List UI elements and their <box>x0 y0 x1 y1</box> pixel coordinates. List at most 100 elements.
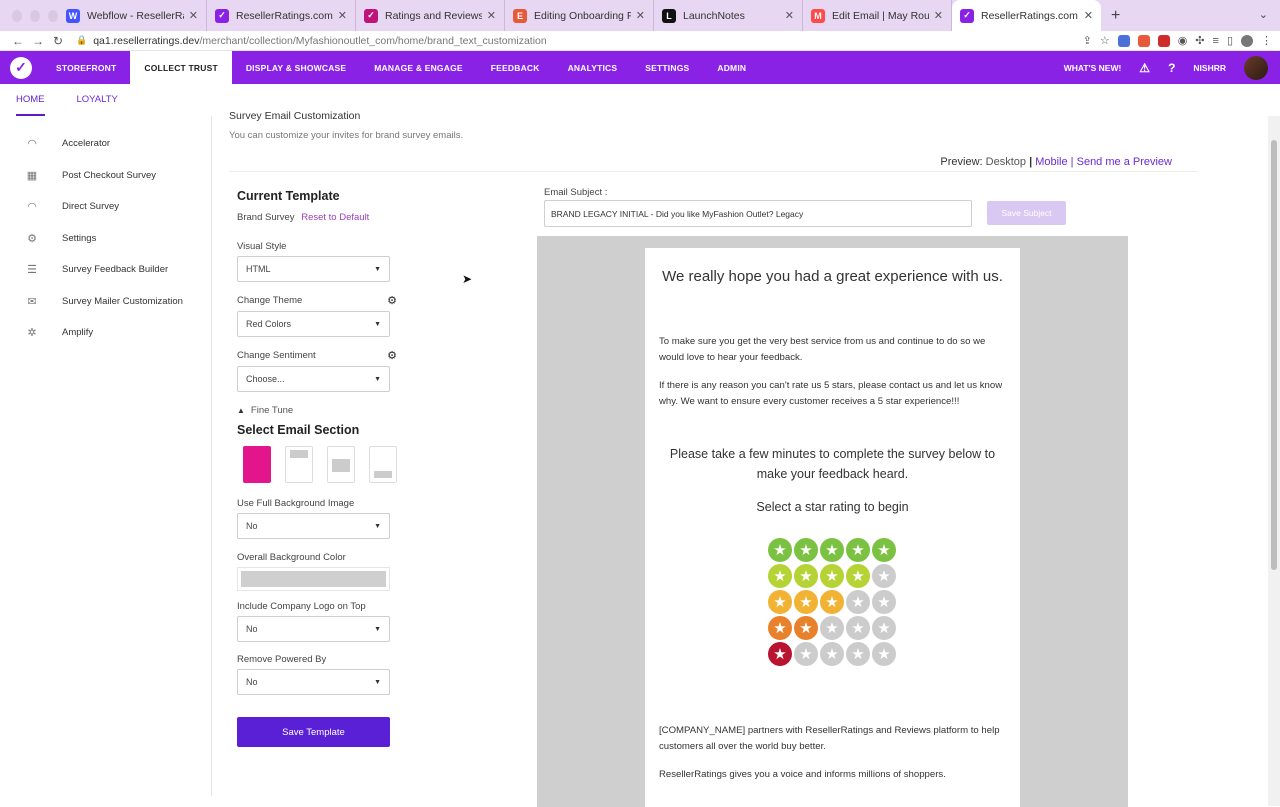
nav-item[interactable]: ANALYTICS <box>554 51 632 84</box>
tab-search-icon[interactable]: ⌄ <box>1259 8 1268 21</box>
sidebar-item[interactable]: ◠ Accelerator <box>0 128 211 160</box>
close-tab-icon[interactable]: ✕ <box>338 9 347 22</box>
logo-select[interactable]: No ▼ <box>237 616 390 642</box>
close-tab-icon[interactable]: ✕ <box>1084 9 1093 22</box>
star-icon[interactable]: ★ <box>872 564 896 588</box>
fine-tune-toggle[interactable]: ▲ Fine Tune <box>237 405 397 416</box>
nav-item[interactable]: DISPLAY & SHOWCASE <box>232 51 360 84</box>
section-swatch-full[interactable] <box>243 446 271 483</box>
star-rating-row[interactable]: ★ ★ ★ ★ ★ <box>768 564 896 588</box>
reading-list-icon[interactable]: ≡ <box>1213 35 1219 47</box>
maximize-window-button[interactable] <box>48 9 58 22</box>
extension-icon[interactable] <box>1157 34 1170 47</box>
whats-new-link[interactable]: WHAT'S NEW! <box>1064 63 1122 73</box>
page-scrollbar[interactable] <box>1268 116 1280 806</box>
star-rating-row[interactable]: ★ ★ ★ ★ ★ <box>768 590 896 614</box>
star-icon[interactable]: ★ <box>872 642 896 666</box>
section-swatch-body[interactable] <box>327 446 355 483</box>
section-swatch-header[interactable] <box>285 446 313 483</box>
save-subject-button[interactable]: Save Subject <box>987 201 1066 225</box>
nav-item[interactable]: SETTINGS <box>631 51 703 84</box>
preview-desktop-link[interactable]: Desktop <box>986 156 1026 168</box>
star-icon[interactable]: ★ <box>846 564 870 588</box>
full-bg-select[interactable]: No ▼ <box>237 513 390 539</box>
logo[interactable]: ✓ <box>0 51 42 84</box>
star-rating-row[interactable]: ★ ★ ★ ★ ★ <box>768 642 896 666</box>
extension-icon[interactable]: ◉ <box>1178 34 1188 47</box>
url-field[interactable]: 🔒 qa1.resellerratings.dev/merchant/colle… <box>76 33 1083 49</box>
close-tab-icon[interactable]: ✕ <box>785 9 794 22</box>
star-icon[interactable]: ★ <box>768 538 792 562</box>
browser-tab[interactable]: E Editing Onboarding Part II - Da ✕ <box>505 0 654 31</box>
close-tab-icon[interactable]: ✕ <box>487 9 496 22</box>
reset-default-link[interactable]: Reset to Default <box>301 212 369 223</box>
back-icon[interactable]: ← <box>8 34 28 48</box>
star-icon[interactable]: ★ <box>820 642 844 666</box>
star-icon[interactable]: ★ <box>820 590 844 614</box>
star-icon[interactable]: ★ <box>846 538 870 562</box>
email-subject-input[interactable]: BRAND LEGACY INITIAL - Did you like MyFa… <box>544 200 972 227</box>
minimize-window-button[interactable] <box>30 9 40 22</box>
sidebar-item[interactable]: ◠ Direct Survey <box>0 191 211 223</box>
star-icon[interactable]: ★ <box>820 616 844 640</box>
puzzle-icon[interactable]: ✣ <box>1195 34 1204 47</box>
user-name[interactable]: NISHRR <box>1193 63 1226 73</box>
visual-style-select[interactable]: HTML ▼ <box>237 256 390 282</box>
close-tab-icon[interactable]: ✕ <box>934 9 943 22</box>
scrollbar-thumb[interactable] <box>1271 140 1277 570</box>
sentiment-select[interactable]: Choose... ▼ <box>237 366 390 392</box>
menu-dots-icon[interactable]: ⋮ <box>1261 34 1272 47</box>
bookmark-star-icon[interactable]: ☆ <box>1100 34 1110 47</box>
star-icon[interactable]: ★ <box>768 642 792 666</box>
star-icon[interactable]: ★ <box>846 642 870 666</box>
powered-select[interactable]: No ▼ <box>237 669 390 695</box>
section-swatch-footer[interactable] <box>369 446 397 483</box>
nav-item[interactable]: STOREFRONT <box>42 51 130 84</box>
star-icon[interactable]: ★ <box>794 564 818 588</box>
gear-icon[interactable]: ⚙ <box>387 294 397 307</box>
close-tab-icon[interactable]: ✕ <box>636 9 645 22</box>
nav-item[interactable]: ADMIN <box>703 51 760 84</box>
nav-item[interactable]: MANAGE & ENGAGE <box>360 51 476 84</box>
forward-icon[interactable]: → <box>28 34 48 48</box>
sidebar-item[interactable]: ▦ Post Checkout Survey <box>0 160 211 192</box>
star-icon[interactable]: ★ <box>768 590 792 614</box>
star-rating-row[interactable]: ★ ★ ★ ★ ★ <box>768 616 896 640</box>
star-icon[interactable]: ★ <box>872 616 896 640</box>
star-icon[interactable]: ★ <box>820 538 844 562</box>
browser-tab[interactable]: ✓ Ratings and Reviews Learning ✕ <box>356 0 505 31</box>
star-icon[interactable]: ★ <box>872 538 896 562</box>
gear-icon[interactable]: ⚙ <box>387 349 397 362</box>
bg-color-picker[interactable] <box>237 567 390 591</box>
preview-mobile-link[interactable]: Mobile <box>1035 156 1067 168</box>
star-icon[interactable]: ★ <box>768 616 792 640</box>
star-icon[interactable]: ★ <box>794 642 818 666</box>
close-tab-icon[interactable]: ✕ <box>189 9 198 22</box>
browser-tab[interactable]: ✓ ResellerRatings.com ✕ <box>207 0 356 31</box>
browser-tab[interactable]: ✓ ResellerRatings.com ✕ <box>952 0 1101 31</box>
star-icon[interactable]: ★ <box>846 590 870 614</box>
theme-select[interactable]: Red Colors ▼ <box>237 311 390 337</box>
tab-loyalty[interactable]: LOYALTY <box>77 94 118 116</box>
nav-item[interactable]: FEEDBACK <box>477 51 554 84</box>
star-icon[interactable]: ★ <box>872 590 896 614</box>
profile-icon[interactable] <box>1241 34 1253 47</box>
send-preview-link[interactable]: Send me a Preview <box>1077 156 1172 168</box>
save-template-button[interactable]: Save Template <box>237 717 390 747</box>
star-icon[interactable]: ★ <box>794 590 818 614</box>
extension-icon[interactable] <box>1137 34 1150 47</box>
star-icon[interactable]: ★ <box>794 538 818 562</box>
nav-item[interactable]: COLLECT TRUST <box>130 51 232 84</box>
warning-icon[interactable]: ⚠ <box>1139 61 1150 75</box>
star-icon[interactable]: ★ <box>768 564 792 588</box>
star-icon[interactable]: ★ <box>846 616 870 640</box>
browser-tab[interactable]: W Webflow - ResellerRatings Lea ✕ <box>58 0 207 31</box>
browser-tab[interactable]: M Edit Email | May RoundUp New ✕ <box>803 0 952 31</box>
star-icon[interactable]: ★ <box>820 564 844 588</box>
extension-icon[interactable] <box>1117 34 1130 47</box>
share-icon[interactable]: ⇪ <box>1083 34 1092 47</box>
star-rating-row[interactable]: ★ ★ ★ ★ ★ <box>768 538 896 562</box>
reload-icon[interactable]: ↻ <box>48 34 68 48</box>
avatar[interactable] <box>1244 55 1268 80</box>
close-window-button[interactable] <box>12 9 22 22</box>
